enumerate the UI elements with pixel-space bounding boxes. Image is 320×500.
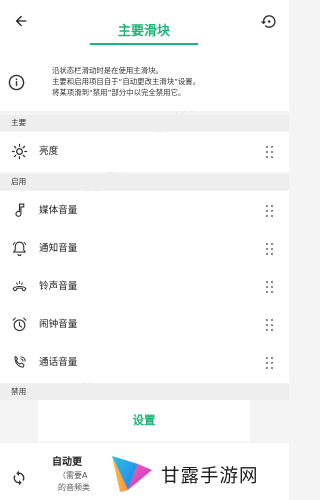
disabled-item-title: 自动更 — [52, 457, 82, 468]
settings-button[interactable]: 设置 — [38, 400, 250, 441]
slider-item-alarm-volume[interactable]: 闹钟音量 — [0, 305, 289, 345]
brightness-icon — [11, 143, 28, 160]
app-bar: 主要滑块 — [0, 0, 289, 56]
slider-item-media-volume[interactable]: 媒体音量 — [0, 191, 289, 231]
subtitle-line: （需要A — [58, 471, 88, 480]
music-note-icon — [15, 203, 25, 217]
slider-item-brightness[interactable]: 亮度 — [0, 132, 289, 172]
bell-icon — [12, 241, 27, 257]
info-card: 沿状态栏滑动时是在使用主滑块。 主要和启用项目自于“自动更改主滑块”设置。 将某… — [0, 56, 289, 111]
slider-item-label: 闹钟音量 — [39, 319, 78, 330]
info-line: 将某项滑到“禁用”部分中以完全禁用它。 — [52, 88, 186, 97]
drag-handle-icon[interactable] — [266, 205, 274, 218]
page-title[interactable]: 主要滑块 — [90, 20, 198, 39]
slider-item-call-volume[interactable]: 通话音量 — [0, 343, 289, 383]
slider-item-label: 媒体音量 — [39, 205, 78, 216]
restore-icon — [260, 14, 276, 28]
info-line: 沿状态栏滑动时是在使用主滑块。 — [52, 66, 163, 75]
logo-text: 甘露手游网 — [161, 466, 259, 487]
slider-item-label: 通知音量 — [39, 243, 78, 254]
site-logo: 甘露手游网 — [99, 447, 289, 500]
drag-handle-icon[interactable] — [266, 357, 274, 370]
drag-handle-icon[interactable] — [266, 319, 274, 332]
title-indicator — [90, 43, 198, 45]
info-text: 沿状态栏滑动时是在使用主滑块。 主要和启用项目自于“自动更改主滑块”设置。 将某… — [52, 65, 282, 98]
drag-handle-icon[interactable] — [266, 243, 274, 256]
info-icon — [8, 74, 25, 91]
info-line: 主要和启用项目自于“自动更改主滑块”设置。 — [52, 77, 201, 86]
back-button[interactable] — [6, 6, 36, 36]
section-header-enabled: 启用 — [0, 174, 289, 190]
sync-icon — [13, 470, 25, 486]
section-header-primary: 主要 — [0, 115, 289, 131]
section-header-disabled: 禁用 — [0, 384, 289, 400]
phone-icon — [14, 355, 26, 368]
arrow-left-icon — [15, 15, 27, 27]
slider-item-label: 亮度 — [39, 146, 59, 157]
alarm-icon — [12, 317, 27, 332]
slider-item-label: 通话音量 — [39, 357, 78, 368]
drag-handle-icon[interactable] — [266, 146, 274, 159]
slider-item-ringtone-volume[interactable]: 铃声音量 — [0, 267, 289, 307]
reset-button[interactable] — [253, 6, 283, 36]
slider-item-label: 铃声音量 — [39, 281, 78, 292]
disabled-item-subtitle: （需要A 的音频类 — [58, 470, 90, 494]
ringtone-icon — [12, 281, 27, 292]
logo-mark-icon — [112, 456, 152, 492]
drag-handle-icon[interactable] — [266, 281, 274, 294]
subtitle-line: 的音频类 — [58, 483, 90, 492]
slider-item-notification-volume[interactable]: 通知音量 — [0, 229, 289, 269]
